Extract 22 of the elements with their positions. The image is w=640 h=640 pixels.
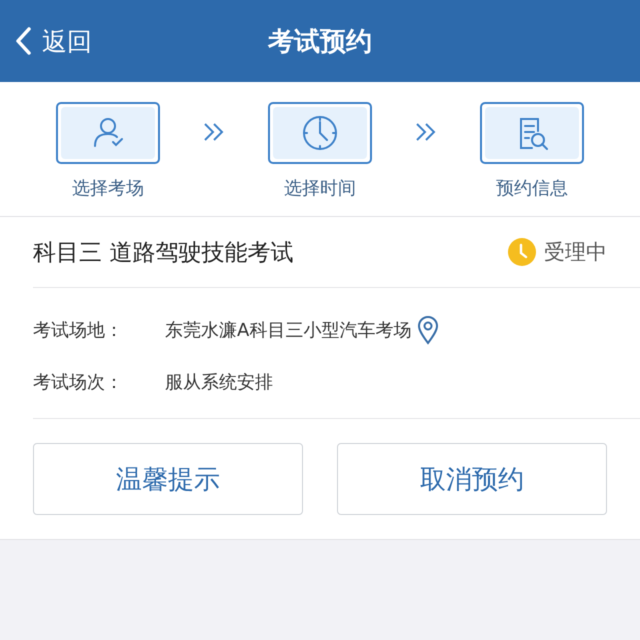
step-label: 选择时间 bbox=[284, 177, 356, 200]
page-title: 考试预约 bbox=[268, 26, 372, 58]
step-label: 选择考场 bbox=[72, 177, 144, 200]
location-pin-icon[interactable] bbox=[417, 315, 440, 345]
exam-title: 科目三 道路驾驶技能考试 bbox=[33, 238, 294, 268]
double-chevron-icon bbox=[415, 122, 437, 142]
action-button[interactable]: 温馨提示 bbox=[33, 443, 303, 515]
status-text: 受理中 bbox=[544, 239, 607, 266]
clock-icon bbox=[300, 113, 340, 153]
step-label: 预约信息 bbox=[496, 177, 568, 200]
step-tile[interactable] bbox=[56, 102, 160, 164]
step-tile[interactable] bbox=[268, 102, 372, 164]
action-button[interactable]: 取消预约 bbox=[337, 443, 607, 515]
double-chevron-icon bbox=[203, 122, 225, 142]
clock-icon bbox=[508, 238, 536, 266]
back-button[interactable]: 返回 bbox=[14, 24, 92, 58]
field-value: 服从系统安排 bbox=[165, 371, 273, 394]
field-label: 考试场地： bbox=[33, 319, 124, 342]
back-icon bbox=[14, 26, 32, 56]
field-value: 东莞水濂A科目三小型汽车考场 bbox=[165, 319, 412, 342]
step-tile[interactable] bbox=[480, 102, 584, 164]
field-label: 考试场次： bbox=[33, 371, 124, 394]
